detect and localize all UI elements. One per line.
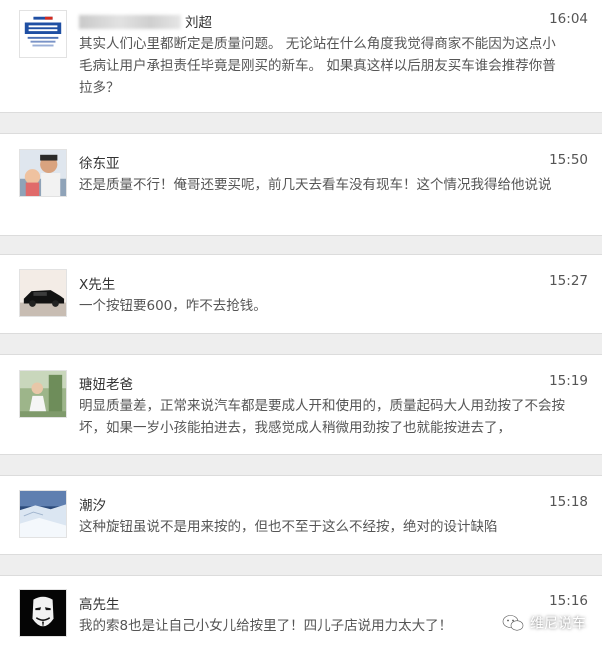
commenter-name-text: 刘超 [185,15,212,31]
comment-text: 这种旋钮虽说不是用来按的，但也不至于这么不经按，绝对的设计缺陷 [79,519,498,535]
avatar[interactable] [19,490,67,538]
commenter-name[interactable]: 徐东亚 [79,152,120,172]
comment-text: 我的索8也是让自己小女儿给按里了！四儿子店说用力太大了！ [79,618,453,634]
comment-text: 明显质量差，正常来说汽车都是要成人开和使用的，质量起码大人用劲按了不会按坏，如果… [79,398,565,436]
comment-time: 15:18 [549,494,588,510]
wechat-icon [502,615,524,631]
commenter-name[interactable]: 高先生 [79,593,120,613]
comment-card: 潮汐 15:18 这种旋钮虽说不是用来按的，但也不至于这么不经按，绝对的设计缺陷 [0,475,602,555]
comment-feed: 刘超 16:04 其实人们心里都断定是质量问题。 无论站在什么角度我觉得商家不能… [0,0,602,651]
man-and-child-photo-icon [20,150,66,196]
commenter-name[interactable]: 瑭妞老爸 [79,373,133,393]
black-car-photo-icon [20,270,66,316]
avatar[interactable] [19,269,67,317]
blurred-name-prefix [79,15,181,29]
snowy-landscape-photo-icon [20,491,66,537]
guy-fawkes-mask-icon [20,590,66,636]
avatar[interactable] [19,370,67,418]
commenter-name[interactable]: X先生 [79,273,115,293]
comment-time: 15:19 [549,373,588,389]
avatar[interactable] [19,149,67,197]
comment-text: 还是质量不行！俺哥还要买呢，前几天去看车没有现车！这个情况我得给他说说 [79,177,552,193]
comment-card: 刘超 16:04 其实人们心里都断定是质量问题。 无论站在什么角度我觉得商家不能… [0,0,602,113]
commenter-name[interactable]: 潮汐 [79,494,106,514]
watermark: 维尼说车 [502,613,586,633]
comment-time: 15:16 [549,593,588,609]
comment-card: 瑭妞老爸 15:19 明显质量差，正常来说汽车都是要成人开和使用的，质量起码大人… [0,354,602,455]
comment-time: 16:04 [549,11,588,27]
comment-card: X先生 15:27 一个按钮要600，咋不去抢钱。 [0,254,602,334]
comment-time: 15:27 [549,273,588,289]
commenter-name[interactable]: 刘超 [79,11,212,31]
comment-time: 15:50 [549,152,588,168]
jaguar-logo-icon [20,11,66,57]
comment-card: 徐东亚 15:50 还是质量不行！俺哥还要买呢，前几天去看车没有现车！这个情况我… [0,133,602,236]
child-outdoor-photo-icon [20,371,66,417]
watermark-text: 维尼说车 [530,616,586,632]
avatar[interactable] [19,10,67,58]
comment-text: 其实人们心里都断定是质量问题。 无论站在什么角度我觉得商家不能因为这点小毛病让用… [79,36,556,96]
avatar[interactable] [19,589,67,637]
comment-text: 一个按钮要600，咋不去抢钱。 [79,298,267,314]
